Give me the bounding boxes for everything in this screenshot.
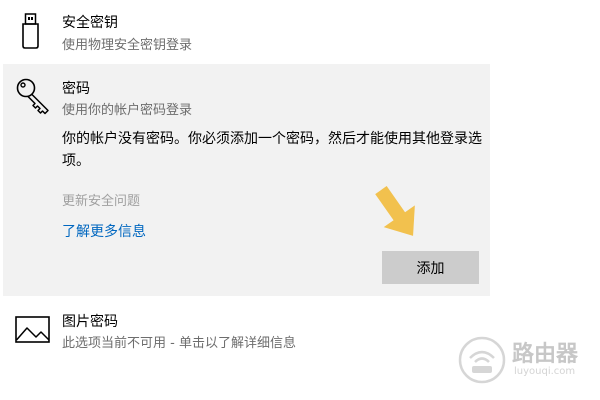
- security-key-title: 安全密钥: [62, 15, 118, 31]
- watermark-url: luyouqi.com: [514, 366, 576, 377]
- update-security-questions-link: 更新安全问题: [62, 194, 141, 209]
- picture-icon: [15, 316, 51, 348]
- picture-password-title: 图片密码: [62, 314, 118, 330]
- learn-more-link[interactable]: 了解更多信息: [62, 221, 146, 241]
- security-key-option[interactable]: 安全密钥 使用物理安全密钥登录: [0, 0, 600, 62]
- password-title: 密码: [62, 81, 90, 97]
- picture-password-subtitle: 此选项当前不可用 - 单击以了解详细信息: [62, 336, 296, 351]
- picture-password-option[interactable]: 图片密码 此选项当前不可用 - 单击以了解详细信息: [0, 302, 600, 362]
- watermark-text: 路由器: [512, 342, 579, 367]
- router-logo-icon: [458, 336, 506, 388]
- arrow-down-icon: [371, 181, 423, 249]
- password-option-panel: 密码 使用你的帐户密码登录 你的帐户没有密码。你必须添加一个密码，然后才能使用其…: [3, 64, 490, 296]
- password-description: 你的帐户没有密码。你必须添加一个密码，然后才能使用其他登录选项。: [62, 131, 482, 169]
- add-password-button[interactable]: 添加: [382, 251, 479, 284]
- security-key-subtitle: 使用物理安全密钥登录: [62, 38, 193, 53]
- usb-key-icon: [19, 13, 43, 53]
- key-icon: [15, 77, 53, 121]
- watermark: 路由器 luyouqi.com: [458, 336, 578, 388]
- password-subtitle: 使用你的帐户密码登录: [62, 103, 193, 118]
